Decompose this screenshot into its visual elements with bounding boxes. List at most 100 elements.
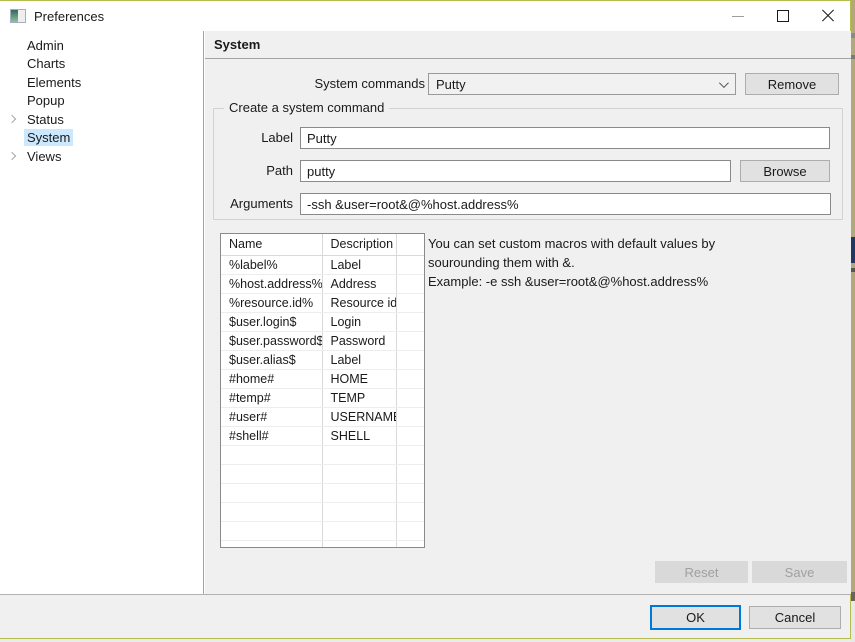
sidebar-item-popup[interactable]: Popup xyxy=(0,92,203,111)
table-cell xyxy=(396,255,424,274)
sidebar-item-admin[interactable]: Admin xyxy=(0,36,203,55)
chevron-down-icon xyxy=(719,78,729,88)
table-cell xyxy=(221,521,322,540)
sidebar-item-label: Popup xyxy=(24,92,68,109)
sidebar-item-elements[interactable]: Elements xyxy=(0,73,203,92)
table-cell xyxy=(322,521,396,540)
table-cell xyxy=(396,388,424,407)
table-empty-row xyxy=(221,445,424,464)
table-cell: #shell# xyxy=(221,426,322,445)
sidebar-item-label: Elements xyxy=(24,74,84,91)
table-empty-row xyxy=(221,464,424,483)
path-field[interactable] xyxy=(300,160,731,182)
table-cell: #temp# xyxy=(221,388,322,407)
table-cell xyxy=(396,331,424,350)
table-cell xyxy=(221,483,322,502)
chevron-right-icon[interactable] xyxy=(8,115,16,123)
sidebar-item-label: Status xyxy=(24,111,67,128)
table-cell: %label% xyxy=(221,255,322,274)
label-field[interactable] xyxy=(300,127,830,149)
preferences-nav-tree: AdminCharts ElementsPopup StatusSystemView… xyxy=(0,31,204,594)
table-row[interactable]: %label%Label xyxy=(221,255,424,274)
table-row[interactable]: #shell#SHELL xyxy=(221,426,424,445)
table-cell xyxy=(221,502,322,521)
cancel-button[interactable]: Cancel xyxy=(749,606,841,629)
background-mark xyxy=(851,237,855,263)
table-empty-row xyxy=(221,521,424,540)
background-mark xyxy=(851,55,855,59)
table-cell xyxy=(322,540,396,548)
background-window-sliver xyxy=(851,0,855,601)
ok-button[interactable]: OK xyxy=(650,605,741,630)
table-cell: $user.alias$ xyxy=(221,350,322,369)
sidebar-item-charts[interactable]: Charts xyxy=(0,55,203,74)
help-text-line: You can set custom macros with default v… xyxy=(428,234,843,253)
table-cell: $user.login$ xyxy=(221,312,322,331)
dialog-footer: OK Cancel xyxy=(0,594,850,638)
maximize-icon xyxy=(777,10,789,22)
remove-button[interactable]: Remove xyxy=(745,73,839,95)
sidebar-item-system[interactable]: System xyxy=(0,129,203,148)
table-cell xyxy=(396,407,424,426)
macros-table: Name Description %label%Label%host.addre… xyxy=(220,233,425,548)
system-commands-selected-value: Putty xyxy=(436,77,466,92)
table-empty-row xyxy=(221,502,424,521)
close-button[interactable] xyxy=(805,1,850,31)
table-cell: Label xyxy=(322,350,396,369)
table-cell: HOME xyxy=(322,369,396,388)
arguments-field[interactable] xyxy=(300,193,831,215)
label-field-label: Label xyxy=(214,127,293,149)
table-row[interactable]: #user#USERNAME xyxy=(221,407,424,426)
title-bar: Preferences xyxy=(0,1,850,31)
create-system-command-group: Create a system command Label Path Brows… xyxy=(213,108,843,220)
table-cell xyxy=(396,521,424,540)
table-row[interactable]: $user.alias$Label xyxy=(221,350,424,369)
window-title: Preferences xyxy=(34,9,104,24)
table-cell: Password xyxy=(322,331,396,350)
table-empty-row xyxy=(221,483,424,502)
table-row[interactable]: %resource.id%Resource id xyxy=(221,293,424,312)
sidebar-item-status[interactable]: Status xyxy=(0,110,203,129)
column-header-description[interactable]: Description xyxy=(322,234,396,255)
table-cell: USERNAME xyxy=(322,407,396,426)
table-cell: #home# xyxy=(221,369,322,388)
arguments-field-label: Arguments xyxy=(214,193,293,215)
table-cell: Address xyxy=(322,274,396,293)
save-button[interactable]: Save xyxy=(752,561,847,583)
minimize-icon xyxy=(732,16,744,17)
table-row[interactable]: $user.password$Password xyxy=(221,331,424,350)
background-mark xyxy=(851,592,855,601)
system-commands-select[interactable]: Putty xyxy=(428,73,736,95)
sidebar-item-label: Admin xyxy=(24,37,67,54)
table-cell xyxy=(221,445,322,464)
table-cell xyxy=(396,369,424,388)
browse-button[interactable]: Browse xyxy=(740,160,830,182)
table-cell xyxy=(322,483,396,502)
sidebar-item-views[interactable]: Views xyxy=(0,147,203,166)
table-cell xyxy=(221,464,322,483)
table-row[interactable]: $user.login$Login xyxy=(221,312,424,331)
table-cell: Resource id xyxy=(322,293,396,312)
page-title: System xyxy=(205,31,851,59)
maximize-button[interactable] xyxy=(760,1,805,31)
close-icon xyxy=(821,9,835,23)
reset-button[interactable]: Reset xyxy=(655,561,748,583)
path-field-label: Path xyxy=(214,160,293,182)
table-cell xyxy=(396,350,424,369)
table-cell xyxy=(322,502,396,521)
table-cell xyxy=(396,464,424,483)
table-row[interactable]: #home#HOME xyxy=(221,369,424,388)
column-header-name[interactable]: Name xyxy=(221,234,322,255)
sidebar-item-label: Charts xyxy=(24,55,68,72)
system-panel: System System commands Putty Remove Crea… xyxy=(205,31,851,594)
table-cell xyxy=(322,445,396,464)
table-row[interactable]: %host.address%Address xyxy=(221,274,424,293)
table-row[interactable]: #temp#TEMP xyxy=(221,388,424,407)
preferences-window: Preferences AdminCharts ElementsPopup Stat… xyxy=(0,0,851,639)
table-cell xyxy=(396,483,424,502)
chevron-right-icon[interactable] xyxy=(8,152,16,160)
table-cell: TEMP xyxy=(322,388,396,407)
background-mark xyxy=(851,33,855,38)
minimize-button[interactable] xyxy=(715,1,760,31)
table-empty-row xyxy=(221,540,424,548)
